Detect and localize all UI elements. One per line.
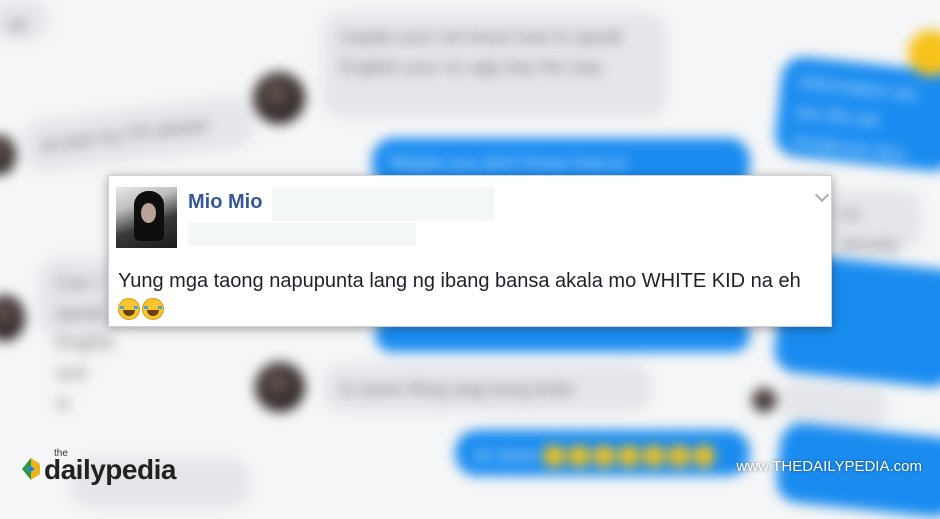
chevron-down-icon[interactable] bbox=[814, 187, 830, 203]
logo-name: dailypedia bbox=[44, 454, 176, 485]
chat-bubble-incoming: Is same thing wag kang bobo bbox=[322, 364, 652, 412]
facebook-post-card: Mio Mio Yung mga taong napupunta lang ng… bbox=[108, 175, 832, 327]
post-text: Yung mga taong napupunta lang ng ibang b… bbox=[118, 270, 801, 292]
tears-of-joy-emoji-icon bbox=[142, 298, 164, 320]
chat-bubble-incoming: maybe your not know how to speak English… bbox=[322, 12, 667, 118]
tears-of-joy-emoji-icon bbox=[118, 298, 140, 320]
profile-photo[interactable] bbox=[116, 187, 177, 248]
chat-bubble-incoming: accept my FR please bbox=[19, 94, 257, 174]
sender-avatar bbox=[255, 362, 305, 412]
chat-bubble-outgoing: oh done bbox=[455, 430, 750, 476]
logo-mark-icon bbox=[22, 458, 40, 480]
post-author-name[interactable]: Mio Mio bbox=[188, 191, 262, 214]
redaction-box bbox=[188, 223, 416, 246]
chat-bubble-outgoing: Information we are the we Kinaknow duu bbox=[773, 54, 940, 174]
sender-avatar bbox=[0, 135, 16, 175]
sender-avatar bbox=[0, 295, 25, 341]
chat-bubble-incoming: Can I speak English and w bbox=[38, 258, 118, 413]
chat-bubble-incoming bbox=[776, 378, 890, 430]
sender-avatar bbox=[752, 388, 776, 412]
chat-bubble-incoming: I'd already bbox=[822, 190, 922, 255]
sender-avatar bbox=[253, 72, 305, 124]
corner-bubble: ok bbox=[0, 0, 50, 40]
post-body: Yung mga taong napupunta lang ng ibang b… bbox=[118, 266, 830, 326]
redaction-box bbox=[272, 187, 494, 221]
website-watermark: www.THEDAILYPEDIA.com bbox=[736, 458, 922, 475]
